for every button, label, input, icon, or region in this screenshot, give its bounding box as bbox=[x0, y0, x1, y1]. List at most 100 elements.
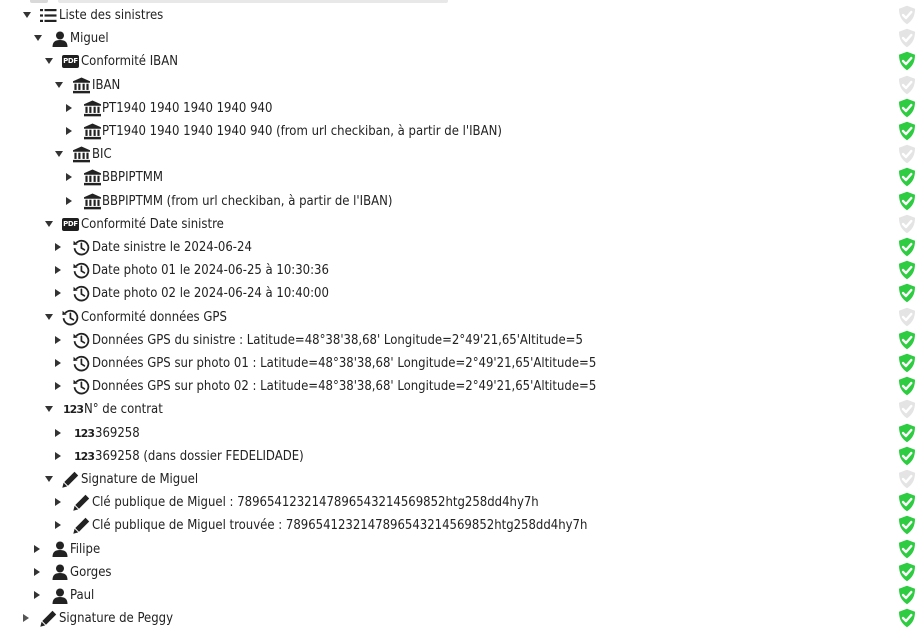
tree-row[interactable]: Signature de Peggy bbox=[0, 607, 924, 629]
tree-row[interactable]: Signature de Miguel bbox=[0, 468, 924, 490]
expand-toggle-icon[interactable] bbox=[55, 521, 61, 530]
shield-check-valid-icon[interactable] bbox=[897, 492, 917, 512]
collapse-toggle-icon[interactable] bbox=[23, 12, 31, 18]
expand-toggle-icon[interactable] bbox=[55, 335, 61, 344]
tree-row[interactable]: Date sinistre le 2024-06-24 bbox=[0, 236, 924, 258]
signature-icon bbox=[73, 494, 90, 511]
tree-row-label: BIC bbox=[92, 147, 112, 163]
tree-row[interactable]: 123 369258 (dans dossier FEDELIDADE) bbox=[0, 445, 924, 467]
user-icon bbox=[51, 564, 68, 581]
tree-row[interactable]: BBPIPTMM bbox=[0, 166, 924, 188]
history-icon bbox=[62, 309, 79, 326]
tree-row-label: BBPIPTMM (from url checkiban, à partir d… bbox=[102, 193, 393, 209]
tree-row-label: 369258 (dans dossier FEDELIDADE) bbox=[95, 448, 304, 464]
tree-row[interactable]: BBPIPTMM (from url checkiban, à partir d… bbox=[0, 190, 924, 212]
tree-row[interactable]: Données GPS du sinistre : Latitude=48°38… bbox=[0, 329, 924, 351]
tree-row-label: Données GPS sur photo 01 : Latitude=48°3… bbox=[92, 356, 597, 371]
expand-toggle-icon[interactable] bbox=[55, 289, 61, 298]
expand-toggle-icon[interactable] bbox=[55, 266, 61, 275]
shield-check-pending-icon[interactable] bbox=[897, 469, 917, 489]
expand-toggle-icon[interactable] bbox=[66, 196, 72, 205]
collapse-toggle-icon[interactable] bbox=[45, 313, 53, 320]
tree-row[interactable]: PDF Conformité Date sinistre bbox=[0, 213, 924, 235]
expand-toggle-icon[interactable] bbox=[55, 451, 61, 460]
shield-check-pending-icon[interactable] bbox=[897, 214, 917, 234]
collapse-toggle-icon[interactable] bbox=[45, 220, 53, 227]
shield-check-valid-icon[interactable] bbox=[897, 98, 917, 118]
tree-row[interactable]: BIC bbox=[0, 143, 924, 165]
expand-toggle-icon[interactable] bbox=[55, 243, 61, 251]
expand-toggle-icon[interactable] bbox=[55, 359, 61, 367]
shield-check-valid-icon[interactable] bbox=[897, 376, 917, 396]
history-icon bbox=[73, 378, 90, 395]
shield-check-pending-icon[interactable] bbox=[897, 75, 917, 95]
tree-row-label: Conformité IBAN bbox=[81, 54, 178, 70]
expand-toggle-icon[interactable] bbox=[34, 591, 40, 599]
tree-row[interactable]: PT1940 1940 1940 1940 940 bbox=[0, 97, 924, 119]
collapse-toggle-icon[interactable] bbox=[45, 476, 53, 482]
tree-row[interactable]: Gorges bbox=[0, 561, 924, 583]
shield-check-valid-icon[interactable] bbox=[897, 260, 917, 280]
bank-icon bbox=[73, 146, 90, 163]
expand-toggle-icon[interactable] bbox=[66, 127, 72, 135]
shield-check-valid-icon[interactable] bbox=[897, 539, 917, 559]
shield-check-valid-icon[interactable] bbox=[897, 446, 917, 466]
collapse-toggle-icon[interactable] bbox=[45, 58, 53, 65]
tree-row[interactable]: Paul bbox=[0, 584, 924, 606]
expand-toggle-icon[interactable] bbox=[23, 614, 29, 623]
tree-row-label: Date sinistre le 2024-06-24 bbox=[92, 240, 252, 255]
expand-toggle-icon[interactable] bbox=[66, 173, 72, 182]
tree-row[interactable]: Filipe bbox=[0, 538, 924, 560]
shield-check-valid-icon[interactable] bbox=[897, 423, 917, 443]
list-icon bbox=[40, 7, 57, 24]
shield-check-valid-icon[interactable] bbox=[897, 330, 917, 350]
history-icon bbox=[73, 355, 90, 372]
shield-check-pending-icon[interactable] bbox=[897, 144, 917, 164]
tree-row[interactable]: IBAN bbox=[0, 74, 924, 96]
shield-check-valid-icon[interactable] bbox=[897, 515, 917, 535]
signature-icon bbox=[73, 517, 90, 535]
shield-check-valid-icon[interactable] bbox=[897, 562, 917, 582]
shield-check-valid-icon[interactable] bbox=[897, 167, 917, 187]
tree-row[interactable]: Clé publique de Miguel trouvée : 7896541… bbox=[0, 514, 924, 536]
tree-row[interactable]: 123 369258 bbox=[0, 422, 924, 444]
clipped-item bbox=[58, 0, 448, 3]
shield-check-pending-icon[interactable] bbox=[897, 28, 917, 48]
collapse-toggle-icon[interactable] bbox=[34, 35, 42, 42]
shield-check-valid-icon[interactable] bbox=[897, 353, 917, 373]
expand-toggle-icon[interactable] bbox=[55, 498, 61, 507]
tree-row[interactable]: Date photo 02 le 2024-06-24 à 10:40:00 bbox=[0, 282, 924, 304]
tree-row[interactable]: PT1940 1940 1940 1940 940 (from url chec… bbox=[0, 120, 924, 142]
tree-row-label: Signature de Peggy bbox=[59, 611, 174, 627]
expand-toggle-icon[interactable] bbox=[55, 382, 61, 391]
collapse-toggle-icon[interactable] bbox=[55, 151, 63, 158]
tree-row-label: 369258 bbox=[95, 425, 140, 441]
shield-check-pending-icon[interactable] bbox=[897, 5, 917, 25]
bank-icon bbox=[73, 77, 90, 94]
shield-check-valid-icon[interactable] bbox=[897, 121, 917, 141]
collapse-toggle-icon[interactable] bbox=[45, 406, 53, 413]
tree-row[interactable]: Conformité données GPS bbox=[0, 306, 924, 328]
tree-row[interactable]: Liste des sinistres bbox=[0, 4, 924, 26]
shield-check-valid-icon[interactable] bbox=[897, 585, 917, 605]
tree-row[interactable]: Date photo 01 le 2024-06-25 à 10:30:36 bbox=[0, 259, 924, 281]
shield-check-valid-icon[interactable] bbox=[897, 608, 917, 628]
shield-check-pending-icon[interactable] bbox=[897, 307, 917, 327]
tree-row-label: Paul bbox=[70, 588, 95, 603]
expand-toggle-icon[interactable] bbox=[66, 103, 72, 112]
expand-toggle-icon[interactable] bbox=[55, 428, 61, 437]
tree-row[interactable]: Miguel bbox=[0, 27, 924, 49]
tree-row[interactable]: Clé publique de Miguel : 789654123214789… bbox=[0, 491, 924, 513]
tree-row[interactable]: Données GPS sur photo 01 : Latitude=48°3… bbox=[0, 352, 924, 374]
shield-check-pending-icon[interactable] bbox=[897, 399, 917, 419]
shield-check-valid-icon[interactable] bbox=[897, 51, 917, 71]
shield-check-valid-icon[interactable] bbox=[897, 237, 917, 257]
shield-check-valid-icon[interactable] bbox=[897, 191, 917, 211]
collapse-toggle-icon[interactable] bbox=[55, 81, 63, 88]
expand-toggle-icon[interactable] bbox=[34, 567, 40, 576]
tree-row[interactable]: Données GPS sur photo 02 : Latitude=48°3… bbox=[0, 375, 924, 397]
expand-toggle-icon[interactable] bbox=[34, 544, 40, 553]
tree-row[interactable]: 123 N° de contrat bbox=[0, 398, 924, 420]
tree-row[interactable]: PDF Conformité IBAN bbox=[0, 50, 924, 72]
shield-check-valid-icon[interactable] bbox=[897, 283, 917, 303]
